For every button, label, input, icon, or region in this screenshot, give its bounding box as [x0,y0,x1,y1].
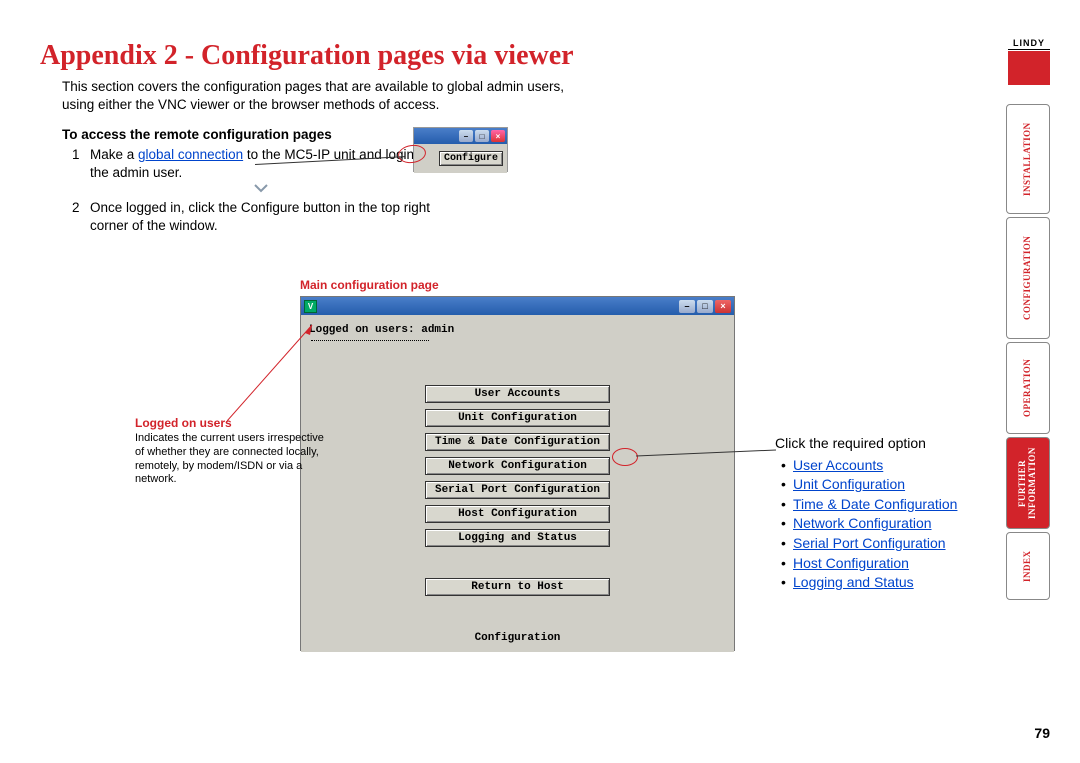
config-button-network-configuration[interactable]: Network Configuration [425,457,610,475]
lindy-logo: LINDY [1008,38,1050,85]
logged-on-users-label: Logged on users [135,416,232,430]
main-config-window: V – □ × Logged on users: admin User Acco… [300,296,735,651]
mini-window: – □ × Configure [413,127,508,172]
minimize-icon[interactable]: – [459,130,473,142]
config-button-logging-and-status[interactable]: Logging and Status [425,529,610,547]
configuration-footer-text: Configuration [301,632,734,644]
logged-on-users-description: Indicates the current users irrespective… [135,432,325,487]
side-tab-further-information[interactable]: FURTHER INFORMATION [1006,437,1050,529]
callout-ring [612,448,638,466]
step-number: 2 [72,199,90,234]
config-button-unit-configuration[interactable]: Unit Configuration [425,409,610,427]
list-item: Logging and Status [775,573,957,593]
list-item: Time & Date Configuration [775,495,957,515]
option-link-unit-configuration[interactable]: Unit Configuration [793,476,905,492]
main-config-label: Main configuration page [300,278,439,292]
mini-titlebar: – □ × [414,128,507,144]
option-link-network-configuration[interactable]: Network Configuration [793,515,932,531]
config-button-user-accounts[interactable]: User Accounts [425,385,610,403]
maximize-icon[interactable]: □ [475,130,489,142]
section-subheading: To access the remote configuration pages [62,127,1020,142]
intro-paragraph: This section covers the configuration pa… [62,78,582,113]
step-1-body: Make a global connection to the MC5-IP u… [90,146,432,193]
side-tab-index[interactable]: INDEX [1006,532,1050,600]
side-tab-configuration[interactable]: CONFIGURATION [1006,217,1050,339]
list-item: Serial Port Configuration [775,534,957,554]
vnc-icon: V [304,300,317,313]
right-option-list: Click the required option User Accounts U… [775,434,957,593]
list-item: Host Configuration [775,554,957,574]
minimize-icon[interactable]: – [679,300,695,313]
step-number: 1 [72,146,90,193]
page-number: 79 [1034,725,1050,741]
list-item: Network Configuration [775,514,957,534]
close-icon[interactable]: × [491,130,505,142]
config-button-host-configuration[interactable]: Host Configuration [425,505,610,523]
config-button-serial-port-configuration[interactable]: Serial Port Configuration [425,481,610,499]
option-link-serial-port-configuration[interactable]: Serial Port Configuration [793,535,946,551]
option-link-time-date-configuration[interactable]: Time & Date Configuration [793,496,957,512]
global-connection-link[interactable]: global connection [138,147,243,162]
option-link-host-configuration[interactable]: Host Configuration [793,555,909,571]
side-tabs: INSTALLATIONCONFIGURATIONOPERATIONFURTHE… [1006,104,1050,603]
side-tab-installation[interactable]: INSTALLATION [1006,104,1050,214]
maximize-icon[interactable]: □ [697,300,713,313]
logged-on-users-line: Logged on users: admin [309,324,454,336]
page-title: Appendix 2 - Configuration pages via vie… [40,40,1020,72]
close-icon[interactable]: × [715,300,731,313]
option-link-user-accounts[interactable]: User Accounts [793,457,883,473]
side-tab-operation[interactable]: OPERATION [1006,342,1050,434]
list-item: User Accounts [775,456,957,476]
configure-button[interactable]: Configure [439,151,503,166]
main-titlebar: V – □ × [301,297,734,315]
steps-list: 1 Make a global connection to the MC5-IP… [72,146,432,234]
list-item: Unit Configuration [775,475,957,495]
right-lead-text: Click the required option [775,434,957,454]
dotted-underline [311,340,429,341]
return-to-host-button[interactable]: Return to Host [425,578,610,596]
option-link-logging-and-status[interactable]: Logging and Status [793,574,914,590]
config-button-time-date-configuration[interactable]: Time & Date Configuration [425,433,610,451]
step-2-body: Once logged in, click the Configure butt… [90,199,432,234]
chevron-down-icon [253,183,269,193]
